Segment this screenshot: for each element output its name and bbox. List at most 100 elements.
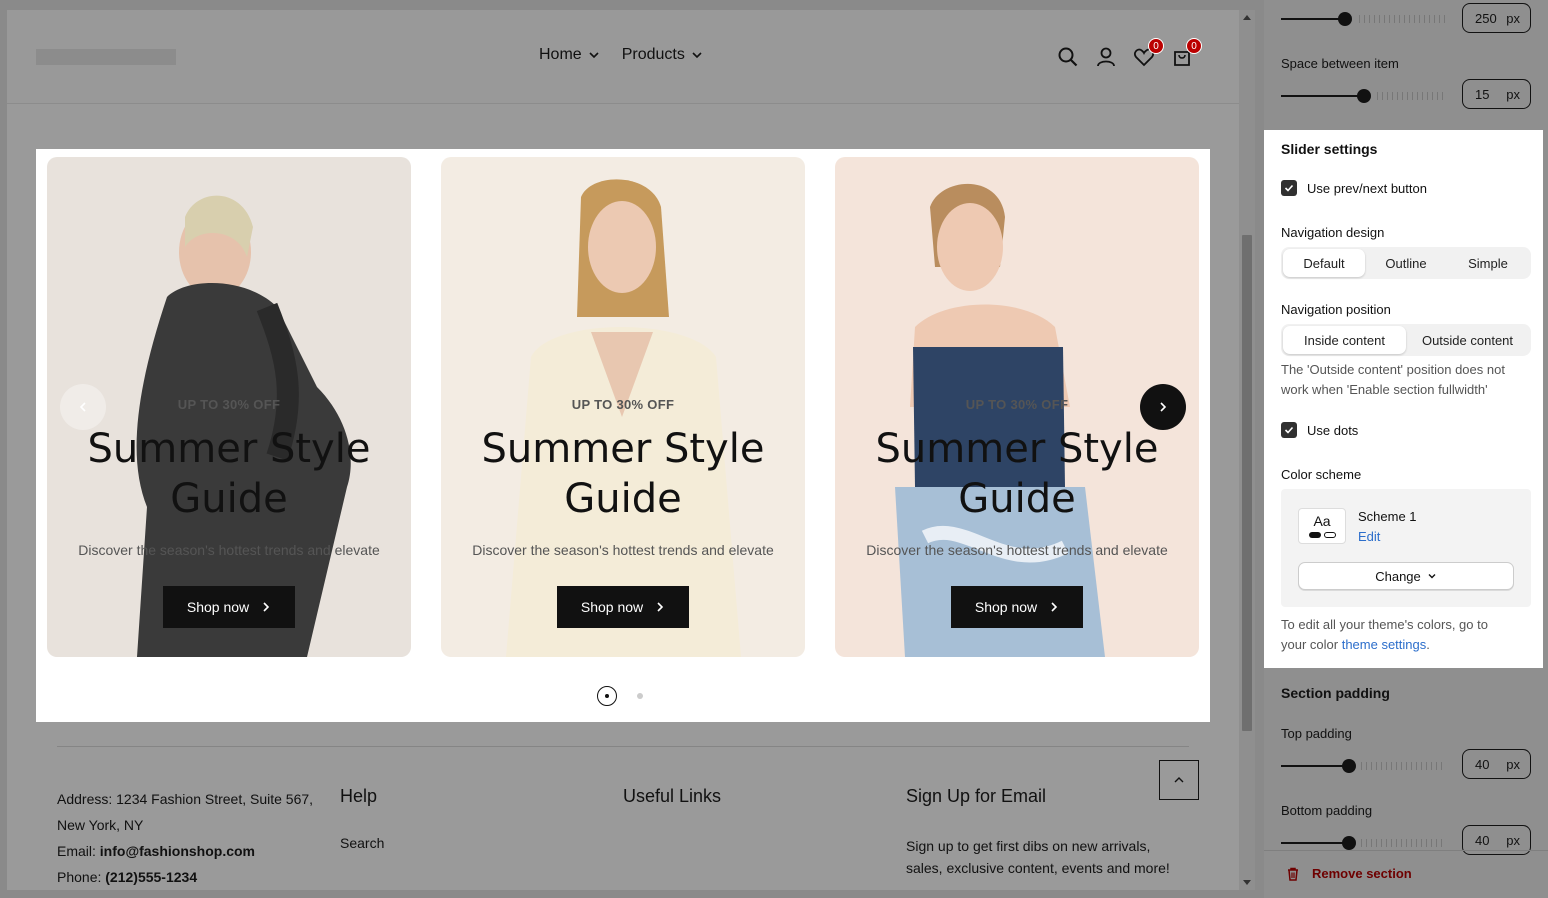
footer-link-search[interactable]: Search bbox=[340, 835, 384, 851]
nav-home[interactable]: Home bbox=[539, 46, 600, 64]
space-between-slider[interactable] bbox=[1281, 89, 1445, 103]
unit-label: px bbox=[1506, 756, 1520, 772]
checkbox-checked-icon[interactable] bbox=[1281, 180, 1297, 196]
shop-now-button[interactable]: Shop now bbox=[162, 586, 296, 628]
shop-now-label: Shop now bbox=[580, 599, 644, 615]
slide-content: UP TO 30% OFF Summer Style Guide Discove… bbox=[47, 397, 411, 628]
slide-title: Summer Style Guide bbox=[441, 424, 805, 524]
nav-position-inside[interactable]: Inside content bbox=[1283, 326, 1406, 354]
bottom-padding-slider[interactable] bbox=[1281, 836, 1445, 850]
slide-description: Discover the season's hottest trends and… bbox=[78, 542, 380, 558]
wishlist-icon[interactable]: 0 bbox=[1133, 38, 1164, 68]
unit-label: px bbox=[1506, 832, 1520, 848]
footer-help: Help Search bbox=[340, 786, 384, 851]
help-line: The 'Outside content' position does not bbox=[1281, 362, 1505, 377]
cart-icon[interactable]: 0 bbox=[1171, 38, 1202, 68]
slide-title-line: Summer Style bbox=[87, 426, 371, 472]
footer-phone-label: Phone: bbox=[57, 869, 106, 885]
use-dots-label: Use dots bbox=[1307, 422, 1359, 438]
nav-design-default[interactable]: Default bbox=[1283, 249, 1365, 277]
footer-address: Address: 1234 Fashion Street, Suite 567, bbox=[57, 791, 314, 807]
cart-badge: 0 bbox=[1186, 38, 1202, 54]
footer-email-value[interactable]: info@fashionshop.com bbox=[100, 843, 255, 859]
slide-eyebrow: UP TO 30% OFF bbox=[571, 397, 675, 412]
bottom-padding-value: 40 bbox=[1475, 832, 1490, 848]
footer-email-label: Email: bbox=[57, 843, 100, 859]
change-scheme-button[interactable]: Change bbox=[1298, 562, 1514, 590]
color-scheme-label: Color scheme bbox=[1281, 467, 1362, 482]
account-icon[interactable] bbox=[1095, 46, 1117, 68]
scroll-up-icon[interactable] bbox=[1243, 14, 1251, 22]
footer-signup: Sign Up for Email Sign up to get first d… bbox=[906, 786, 1170, 879]
footer-email: Email: info@fashionshop.com bbox=[57, 838, 313, 864]
slide-title-line: Summer Style bbox=[481, 426, 765, 472]
help-line: your color theme settings. bbox=[1281, 635, 1531, 655]
slider-dot-active[interactable] bbox=[597, 686, 617, 706]
wishlist-badge: 0 bbox=[1148, 38, 1164, 54]
back-to-top-button[interactable] bbox=[1159, 760, 1199, 800]
use-prev-next-checkbox[interactable]: Use prev/next button bbox=[1281, 180, 1427, 196]
chevron-down-icon bbox=[589, 52, 599, 59]
remove-section-label: Remove section bbox=[1312, 866, 1412, 881]
chevron-right-icon bbox=[657, 602, 664, 612]
nav-design-outline[interactable]: Outline bbox=[1365, 249, 1447, 277]
navigation-position-help: The 'Outside content' position does not … bbox=[1281, 360, 1531, 400]
height-input[interactable]: 250 px bbox=[1462, 3, 1531, 33]
bottom-padding-label: Bottom padding bbox=[1281, 803, 1373, 818]
footer-phone-value[interactable]: (212)555-1234 bbox=[105, 869, 197, 885]
height-slider[interactable] bbox=[1281, 12, 1445, 26]
use-prev-next-label: Use prev/next button bbox=[1307, 180, 1427, 196]
slider-settings-heading: Slider settings bbox=[1281, 141, 1378, 157]
top-padding-slider[interactable] bbox=[1281, 759, 1445, 773]
navigation-design-segmented: Default Outline Simple bbox=[1281, 247, 1531, 279]
use-dots-checkbox[interactable]: Use dots bbox=[1281, 422, 1358, 438]
slider-dot[interactable] bbox=[637, 693, 643, 699]
slider-settings-block: Slider settings Use prev/next button Nav… bbox=[1264, 130, 1543, 668]
slide-title-line: Summer Style bbox=[875, 426, 1159, 472]
space-between-input[interactable]: 15 px bbox=[1462, 79, 1531, 109]
chevron-up-icon bbox=[1174, 777, 1184, 783]
footer-signup-heading: Sign Up for Email bbox=[906, 786, 1047, 806]
chevron-left-icon bbox=[79, 402, 86, 412]
top-padding-input[interactable]: 40 px bbox=[1462, 749, 1531, 779]
space-between-label: Space between item bbox=[1281, 56, 1399, 71]
footer-useful-links: Useful Links bbox=[623, 786, 721, 807]
help-line: work when 'Enable section fullwidth' bbox=[1281, 382, 1488, 397]
shop-now-button[interactable]: Shop now bbox=[950, 586, 1084, 628]
nav-design-simple[interactable]: Simple bbox=[1447, 249, 1529, 277]
prev-slide-button[interactable] bbox=[60, 384, 106, 430]
nav-position-outside[interactable]: Outside content bbox=[1406, 326, 1529, 354]
color-scheme-help: To edit all your theme's colors, go to y… bbox=[1281, 615, 1531, 655]
shop-now-label: Shop now bbox=[186, 599, 250, 615]
scroll-down-icon[interactable] bbox=[1243, 878, 1251, 886]
logo[interactable] bbox=[36, 49, 176, 65]
color-scheme-picker: Aa Scheme 1 Edit Change bbox=[1281, 489, 1531, 607]
slide-content: UP TO 30% OFF Summer Style Guide Discove… bbox=[835, 397, 1199, 628]
shop-now-button[interactable]: Shop now bbox=[556, 586, 690, 628]
search-icon[interactable] bbox=[1057, 46, 1079, 68]
unit-label: px bbox=[1506, 10, 1520, 26]
remove-section-button[interactable]: Remove section bbox=[1286, 866, 1412, 881]
preview-scrollbar[interactable] bbox=[1239, 10, 1255, 890]
checkbox-checked-icon[interactable] bbox=[1281, 422, 1297, 438]
panel-divider bbox=[1255, 0, 1264, 898]
site-header: Home Products 0 0 bbox=[7, 10, 1239, 104]
slide-card[interactable]: UP TO 30% OFF Summer Style Guide Discove… bbox=[441, 157, 805, 657]
slideshow-section[interactable]: UP TO 30% OFF Summer Style Guide Discove… bbox=[36, 149, 1210, 722]
footer-signup-line: sales, exclusive content, events and mor… bbox=[906, 860, 1170, 876]
scheme-edit-link[interactable]: Edit bbox=[1358, 529, 1380, 544]
next-slide-button[interactable] bbox=[1140, 384, 1186, 430]
navigation-position-label: Navigation position bbox=[1281, 302, 1391, 317]
theme-settings-link[interactable]: theme settings bbox=[1342, 637, 1427, 652]
scrollbar-thumb[interactable] bbox=[1242, 235, 1252, 731]
help-line: To edit all your theme's colors, go to bbox=[1281, 617, 1488, 632]
navigation-design-label: Navigation design bbox=[1281, 225, 1385, 240]
section-padding-heading: Section padding bbox=[1281, 685, 1390, 701]
scheme-swatch[interactable]: Aa bbox=[1298, 508, 1346, 544]
footer-address-line2: New York, NY bbox=[57, 817, 144, 833]
nav-products[interactable]: Products bbox=[622, 46, 703, 64]
top-padding-value: 40 bbox=[1475, 756, 1490, 772]
header-icons: 0 0 bbox=[1057, 38, 1202, 68]
help-text: . bbox=[1426, 637, 1430, 652]
footer-links-heading: Useful Links bbox=[623, 786, 722, 806]
